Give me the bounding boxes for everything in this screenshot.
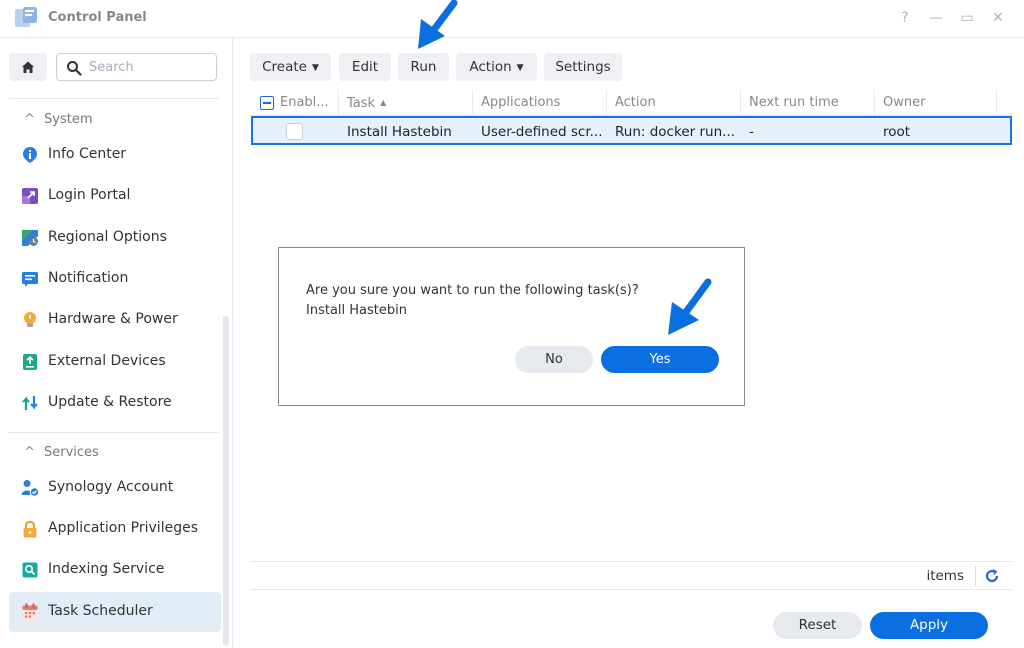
column-task[interactable]: Task ▲	[338, 90, 472, 116]
items-count: items	[926, 568, 964, 584]
search-input[interactable]	[89, 58, 209, 76]
column-enabled[interactable]: Enabl...	[250, 90, 338, 116]
maximize-button[interactable]: ▭	[956, 8, 978, 28]
indexing-service-icon	[22, 562, 38, 578]
title-bar: Control Panel ? — ▭ ✕	[0, 0, 1024, 38]
cell-action: Run: docker run...	[615, 124, 735, 140]
divider	[975, 566, 976, 586]
sidebar-item-task-scheduler[interactable]: Task Scheduler	[9, 592, 221, 632]
divider	[9, 432, 219, 433]
section-system[interactable]: ^ System	[24, 112, 92, 127]
sidebar-item-external-devices[interactable]: External Devices	[9, 342, 221, 382]
edit-button[interactable]: Edit	[339, 53, 391, 81]
reset-button[interactable]: Reset	[773, 612, 862, 639]
search-icon	[67, 61, 82, 76]
yes-button[interactable]: Yes	[601, 346, 719, 373]
home-button[interactable]	[9, 53, 47, 81]
annotation-arrow-icon	[418, 0, 458, 49]
control-panel-icon	[15, 7, 37, 27]
no-button[interactable]: No	[515, 346, 593, 373]
synology-account-icon	[21, 480, 39, 497]
column-spacer	[996, 90, 1012, 116]
sidebar-scrollbar[interactable]	[223, 316, 229, 646]
close-button[interactable]: ✕	[987, 8, 1009, 28]
row-enabled-checkbox[interactable]	[286, 123, 303, 140]
cell-task: Install Hastebin	[347, 124, 452, 140]
caret-down-icon: ▼	[516, 63, 524, 73]
cell-next-run-time: -	[749, 124, 754, 140]
sidebar-item-indexing-service[interactable]: Indexing Service	[9, 550, 221, 590]
info-icon	[23, 147, 37, 163]
create-button[interactable]: Create ▼	[250, 53, 331, 81]
window-title: Control Panel	[48, 10, 147, 25]
dialog-task-name: Install Hastebin	[306, 303, 407, 318]
sidebar: ^System Info Center Login Portal Regiona…	[0, 38, 233, 648]
chevron-up-icon: ^	[24, 445, 35, 460]
action-button[interactable]: Action ▼	[456, 53, 537, 81]
lock-icon	[23, 520, 37, 538]
settings-button[interactable]: Settings	[544, 53, 622, 81]
task-grid-header: Enabl... Task ▲ Applications Action Next …	[250, 90, 1012, 116]
external-devices-icon	[23, 354, 37, 370]
sidebar-item-login-portal[interactable]: Login Portal	[9, 176, 221, 216]
column-action[interactable]: Action	[606, 90, 740, 116]
home-icon	[22, 61, 34, 73]
login-portal-icon	[22, 188, 38, 204]
caret-down-icon: ▼	[311, 63, 319, 73]
cell-owner: root	[883, 124, 911, 140]
sidebar-item-notification[interactable]: Notification	[9, 259, 221, 299]
regional-options-icon	[22, 230, 38, 246]
update-restore-icon	[22, 396, 38, 410]
grid-status-bar: items	[250, 561, 1012, 590]
divider	[9, 98, 219, 99]
dialog-message: Are you sure you want to run the followi…	[306, 281, 639, 321]
table-row[interactable]: Install Hastebin User-defined scr... Run…	[251, 116, 1012, 145]
sidebar-item-info-center[interactable]: Info Center	[9, 135, 221, 175]
minimize-button[interactable]: —	[925, 8, 947, 28]
cell-applications: User-defined scr...	[481, 124, 603, 140]
sidebar-item-synology-account[interactable]: Synology Account	[9, 468, 221, 508]
calendar-icon	[22, 603, 38, 620]
chevron-up-icon: ^	[24, 112, 35, 127]
help-button[interactable]: ?	[894, 8, 916, 28]
section-services[interactable]: ^ Services	[24, 445, 99, 460]
sidebar-item-application-privileges[interactable]: Application Privileges	[9, 509, 221, 549]
sidebar-item-hardware-power[interactable]: Hardware & Power	[9, 300, 221, 340]
notification-icon	[22, 272, 38, 287]
column-owner[interactable]: Owner	[874, 90, 996, 116]
sidebar-item-regional-options[interactable]: Regional Options	[9, 218, 221, 258]
search-field[interactable]	[56, 53, 217, 81]
refresh-icon[interactable]	[984, 567, 1000, 585]
run-button[interactable]: Run	[398, 53, 449, 81]
apply-button[interactable]: Apply	[870, 612, 988, 639]
column-next-run-time[interactable]: Next run time	[740, 90, 874, 116]
column-applications[interactable]: Applications	[472, 90, 606, 116]
hardware-power-icon	[24, 312, 36, 327]
sort-ascending-icon: ▲	[380, 98, 387, 107]
annotation-arrow-icon	[668, 278, 712, 335]
sidebar-item-update-restore[interactable]: Update & Restore	[9, 383, 221, 423]
